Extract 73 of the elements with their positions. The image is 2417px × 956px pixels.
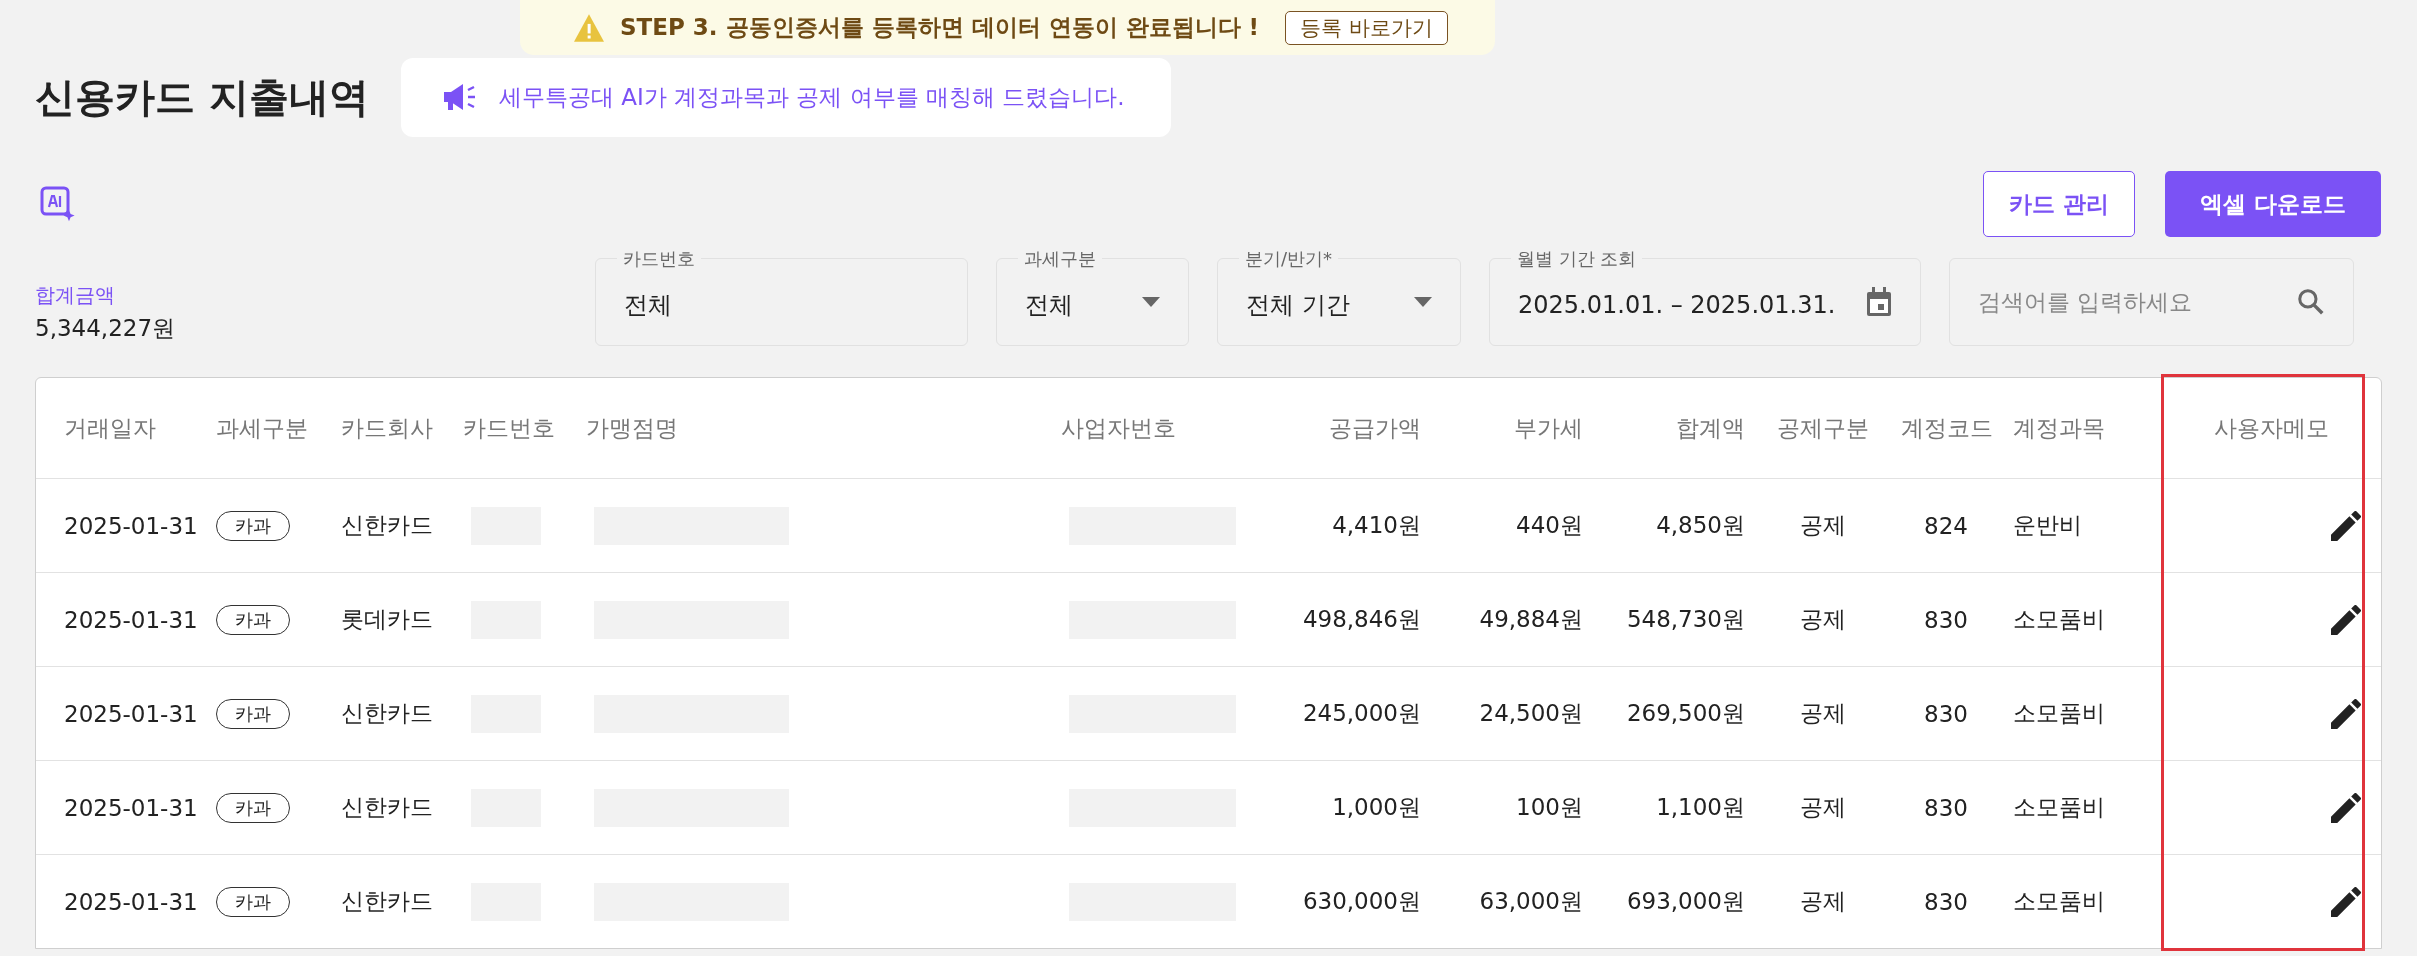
search-field[interactable]: 검색어를 입력하세요 — [1949, 258, 2354, 346]
table-cell-text: 공제 — [1799, 605, 1847, 634]
table-cell-text: 소모품비 — [2012, 887, 2106, 916]
table-cell-text: 830 — [1923, 700, 1969, 727]
search-icon[interactable] — [2296, 287, 2326, 317]
table-cell-text: 신한카드 — [341, 699, 434, 728]
pencil-icon[interactable] — [2331, 604, 2361, 635]
calendar-icon[interactable] — [1866, 287, 1892, 317]
register-button[interactable]: 등록 바로가기 — [1285, 10, 1448, 45]
column-header: 계정코드 — [1901, 413, 1991, 443]
table-cell-text: 4,410원 — [1331, 511, 1421, 540]
column-header: 과세구분 — [216, 413, 309, 443]
summary-label: 합계금액 — [35, 282, 116, 309]
table-cell-text: 63,000원 — [1478, 887, 1583, 916]
column-header: 사업자번호 — [1061, 413, 1177, 443]
table-cell-text: 830 — [1923, 888, 1969, 915]
table-cell-text: 4,850원 — [1655, 511, 1745, 540]
column-header: 부가세 — [1513, 413, 1583, 443]
table-cell-text: 2025-01-31 — [63, 606, 199, 633]
column-header: 가맹점명 — [586, 413, 679, 443]
banner-message: STEP 3. 공동인증서를 등록하면 데이터 연동이 완료됩니다 ! — [620, 13, 1260, 42]
ai-sparkle-icon[interactable] — [40, 186, 76, 222]
table-cell-text: 824 — [1923, 512, 1969, 539]
table-cell-text: 롯데카드 — [341, 605, 434, 634]
dropdown-caret-icon[interactable] — [1142, 297, 1160, 307]
table-cell-text: 830 — [1923, 606, 1969, 633]
column-header: 카드회사 — [341, 413, 434, 443]
column-header: 거래일자 — [63, 413, 157, 443]
pencil-icon[interactable] — [2331, 886, 2361, 917]
pencil-icon[interactable] — [2331, 792, 2361, 823]
table-cell-text: 630,000원 — [1301, 887, 1421, 916]
table-cell-text: 100원 — [1515, 793, 1583, 822]
pencil-icon[interactable] — [2331, 510, 2361, 541]
table-cell-text: 운반비 — [2012, 511, 2083, 540]
column-header: 사용자메모 — [2212, 413, 2330, 443]
dropdown-caret-icon[interactable] — [1414, 297, 1432, 307]
column-header: 카드번호 — [463, 413, 556, 443]
excel-download-button[interactable]: 엑셀 다운로드 — [2165, 171, 2381, 237]
table-cell-text: 2025-01-31 — [63, 794, 199, 821]
table-cell-text: 498,846원 — [1301, 605, 1421, 634]
column-header: 공급가액 — [1328, 413, 1421, 443]
table-cell-text: 신한카드 — [341, 887, 434, 916]
table-cell-text: 소모품비 — [2012, 605, 2106, 634]
table-cell-text: 1,100원 — [1655, 793, 1745, 822]
page-title: 신용카드 지출내역 — [35, 72, 369, 122]
table-cell-text: 소모품비 — [2012, 793, 2106, 822]
column-header: 합계액 — [1675, 413, 1745, 443]
table-cell-text: 2025-01-31 — [63, 888, 199, 915]
table-cell-text: 공제 — [1799, 887, 1847, 916]
notice-text: 세무특공대 AI가 계정과목과 공제 여부를 매칭해 드렸습니다. — [498, 82, 1125, 112]
table-cell-text: 2025-01-31 — [63, 512, 199, 539]
pencil-icon[interactable] — [2331, 698, 2361, 729]
table-cell-text: 공제 — [1799, 511, 1847, 540]
table-cell-text: 2025-01-31 — [63, 700, 199, 727]
column-header: 계정과목 — [2012, 413, 2106, 443]
table-cell-text: 548,730원 — [1625, 605, 1745, 634]
table-cell-text: 신한카드 — [341, 511, 434, 540]
table-cell-text: 440원 — [1515, 511, 1583, 540]
table-cell-text: 공제 — [1799, 699, 1847, 728]
card-manage-button[interactable]: 카드 관리 — [1983, 171, 2135, 237]
table-cell-text: 49,884원 — [1478, 605, 1583, 634]
table-cell-text: 소모품비 — [2012, 699, 2106, 728]
table-cell-text: 1,000원 — [1331, 793, 1421, 822]
table-cell-text: 245,000원 — [1301, 699, 1421, 728]
table-cell-text: 693,000원 — [1625, 887, 1745, 916]
table-cell-text: 830 — [1923, 794, 1969, 821]
summary-value: 5,344,227원 — [35, 314, 177, 343]
table-cell-text: 공제 — [1799, 793, 1847, 822]
warning-icon — [572, 12, 606, 43]
column-header: 공제구분 — [1776, 413, 1870, 443]
table-cell-text: 신한카드 — [341, 793, 434, 822]
table-cell-text: 24,500원 — [1478, 699, 1583, 728]
table-cell-text: 269,500원 — [1625, 699, 1745, 728]
